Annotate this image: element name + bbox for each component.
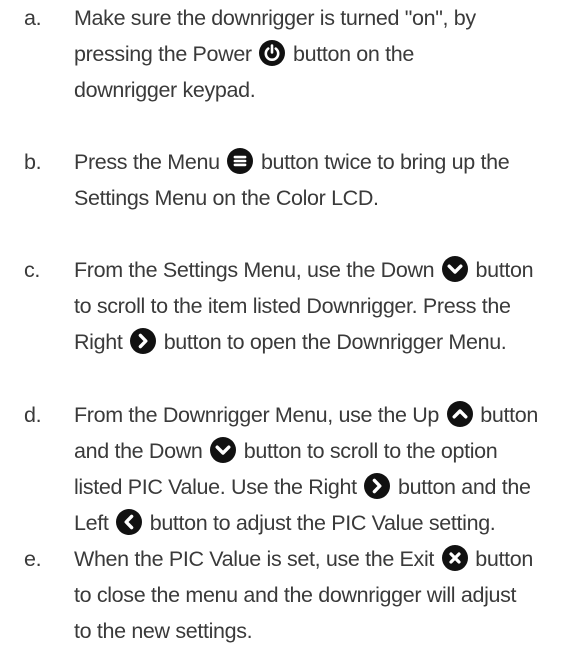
step-text-segment: to close the menu and the downrigger wil…: [74, 583, 517, 607]
menu-icon: [227, 148, 254, 175]
step-text-segment: listed PIC Value. Use the Right: [74, 475, 357, 499]
chevron-right-icon: [130, 328, 157, 355]
chevron-down-icon: [210, 437, 237, 464]
step-marker: e.: [24, 547, 42, 571]
step-marker: a.: [24, 6, 42, 30]
step-text: Make sure the downrigger is turned "on",…: [74, 0, 580, 108]
chevron-left-icon: [116, 509, 143, 536]
step-text-segment: Settings Menu on the Color LCD.: [74, 186, 379, 210]
step-text-segment: From the Settings Menu, use the Down: [74, 258, 435, 282]
chevron-right-icon: [364, 473, 391, 500]
step-text-segment: Right: [74, 330, 123, 354]
step-text-segment: and the Down: [74, 439, 203, 463]
step-text-segment: button and the: [397, 475, 531, 499]
instruction-list: a. Make sure the downrigger is turned "o…: [0, 0, 581, 643]
step-text-segment: button: [475, 547, 533, 571]
step-text-segment: button twice to bring up the: [260, 150, 510, 174]
step-text-segment: button: [480, 403, 538, 427]
step-text-segment: Left: [74, 511, 109, 535]
step-text-segment: downrigger keypad.: [74, 78, 256, 102]
step-text-segment: Make sure the downrigger is turned "on",…: [74, 6, 476, 30]
step-text-segment: button to open the Downrigger Menu.: [163, 330, 507, 354]
step-text-segment: pressing the Power: [74, 42, 252, 66]
step-marker: d.: [24, 403, 42, 427]
step-text-segment: button on the: [293, 42, 414, 66]
step-text-segment: button to scroll to the option: [243, 439, 498, 463]
step-marker: c.: [24, 258, 41, 282]
step-text: From the Downrigger Menu, use the Up but…: [74, 397, 580, 541]
step-text: Press the Menu button twice to bring up …: [74, 144, 580, 216]
step-text-segment: to scroll to the item listed Downrigger.…: [74, 294, 511, 318]
step-text-segment: Press the Menu: [74, 150, 220, 174]
step-text-segment: button: [475, 258, 534, 282]
step-text-segment: button to adjust the PIC Value setting.: [149, 511, 496, 535]
exit-icon: [441, 545, 468, 572]
step-text-segment: From the Downrigger Menu, use the Up: [74, 403, 440, 427]
chevron-up-icon: [446, 401, 473, 428]
step-marker: b.: [24, 150, 42, 174]
step-text-segment: When the PIC Value is set, use the Exit: [74, 547, 434, 571]
step-text: When the PIC Value is set, use the Exit …: [74, 541, 580, 649]
step-text: From the Settings Menu, use the Down but…: [74, 252, 580, 360]
power-icon: [259, 40, 286, 67]
chevron-down-icon: [441, 256, 468, 283]
step-text-segment: to the new settings.: [74, 619, 253, 643]
